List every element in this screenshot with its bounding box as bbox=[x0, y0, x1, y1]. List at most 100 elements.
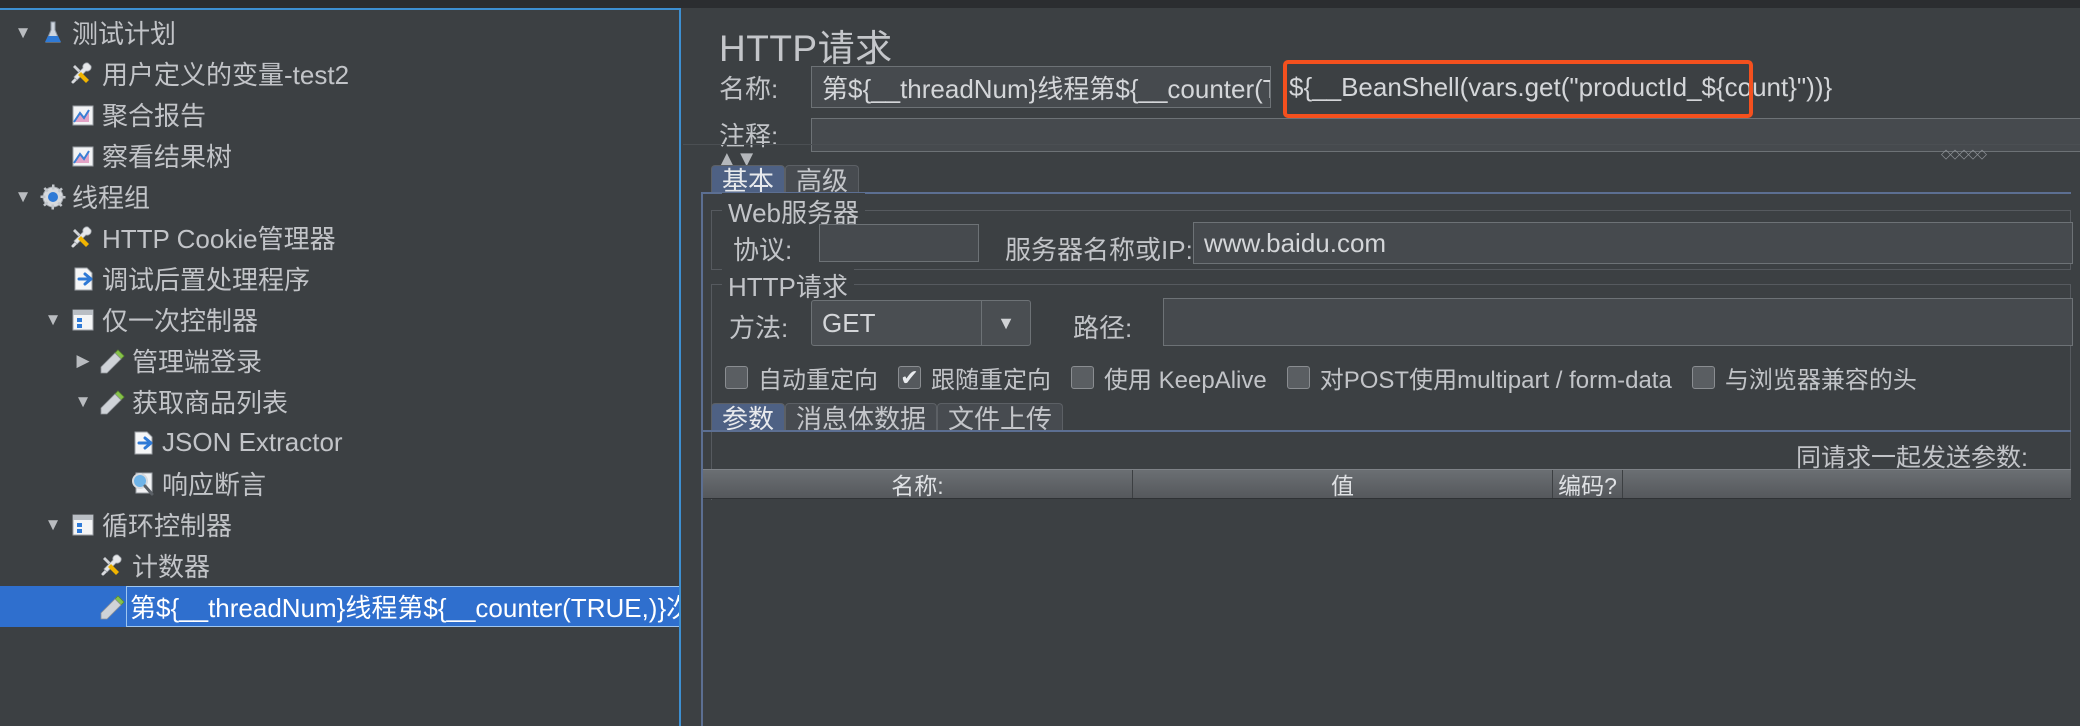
checkbox-label: 跟随重定向 bbox=[931, 367, 1051, 394]
tree-item-label: 察看结果树 bbox=[102, 142, 233, 172]
path-input[interactable] bbox=[1163, 298, 2073, 346]
protocol-input[interactable] bbox=[819, 224, 979, 262]
tree-item[interactable]: HTTP Cookie管理器 bbox=[0, 217, 679, 258]
name-label: 名称: bbox=[719, 73, 779, 104]
server-name-input[interactable]: www.baidu.com bbox=[1193, 222, 2073, 264]
checkbox-label: 对POST使用multipart / form-data bbox=[1319, 367, 1672, 394]
checkbox-option[interactable]: 与浏览器兼容的头 bbox=[1691, 360, 1917, 395]
divider bbox=[683, 144, 2080, 145]
tree-item[interactable]: 聚合报告 bbox=[0, 94, 679, 135]
tree-item[interactable]: 察看结果树 bbox=[0, 135, 679, 176]
chevron-right-icon[interactable]: ▶ bbox=[70, 340, 96, 381]
tree-item-label: 计数器 bbox=[132, 552, 211, 582]
checkbox-option[interactable]: 对POST使用multipart / form-data bbox=[1286, 360, 1672, 395]
tree-item[interactable]: ▼ 仅一次控制器 bbox=[0, 299, 679, 340]
splitter-grip-icon[interactable]: ◇◇◇◇◇ bbox=[1941, 146, 1987, 162]
tree-item-label: 调试后置处理程序 bbox=[102, 265, 311, 295]
tree-item-label: 测试计划 bbox=[72, 19, 177, 49]
checkbox-label: 与浏览器兼容的头 bbox=[1724, 367, 1917, 394]
flask-icon bbox=[36, 12, 70, 53]
sampler-icon bbox=[96, 586, 130, 627]
method-select[interactable]: GET ▼ bbox=[811, 300, 1031, 346]
tree-item[interactable]: ▼ 循环控制器 bbox=[0, 504, 679, 545]
params-tab-0[interactable]: 参数 bbox=[711, 403, 786, 434]
checkbox-label: 使用 KeepAlive bbox=[1104, 367, 1267, 394]
tree-item-label: 聚合报告 bbox=[102, 101, 207, 131]
params-tab-2[interactable]: 文件上传 bbox=[937, 403, 1064, 434]
tree-item-label: JSON Extractor bbox=[162, 427, 343, 457]
tab-0[interactable]: 基本 bbox=[711, 165, 786, 196]
tree-item[interactable]: 第${__threadNum}线程第${__counter(TRUE,)}次, bbox=[0, 586, 679, 627]
params-table-body[interactable] bbox=[703, 500, 2071, 726]
chevron-down-icon[interactable]: ▼ bbox=[10, 176, 36, 217]
tree-item[interactable]: 响应断言 bbox=[0, 463, 679, 504]
params-column-header[interactable] bbox=[1623, 470, 2071, 498]
test-plan-tree: ▼ 测试计划用户定义的变量-test2 聚合报告察看结果树 ▼ 线程组 HTTP Cook… bbox=[0, 10, 679, 627]
params-column-header[interactable]: 值 bbox=[1133, 470, 1553, 499]
chart-icon bbox=[66, 135, 100, 176]
params-tabbar: 参数 消息体数据 文件上传 bbox=[711, 402, 1064, 434]
tree-item[interactable]: 用户定义的变量-test2 bbox=[0, 53, 679, 94]
comment-input[interactable] bbox=[811, 117, 2080, 152]
checkbox-checked-icon[interactable]: ✔ bbox=[898, 366, 921, 389]
params-tab-1[interactable]: 消息体数据 bbox=[785, 403, 938, 434]
tools-icon bbox=[96, 545, 130, 586]
tree-item[interactable]: ▼ 线程组 bbox=[0, 176, 679, 217]
name-input[interactable]: 第${__threadNum}线程第${__counter(TRUE,)}次, bbox=[811, 66, 1271, 108]
checkbox-unchecked-icon[interactable] bbox=[1286, 366, 1310, 389]
gear-icon bbox=[36, 176, 70, 217]
checkbox-option[interactable]: ✔ 跟随重定向 bbox=[898, 360, 1051, 395]
params-column-header[interactable]: 编码? bbox=[1553, 470, 1623, 499]
name-input-overflow[interactable]: ${__BeanShell(vars.get("productId_${coun… bbox=[1279, 66, 1917, 108]
tree-item[interactable]: ▼ 测试计划 bbox=[0, 12, 679, 53]
tools-icon bbox=[66, 217, 100, 258]
assertion-icon bbox=[126, 463, 160, 504]
window-top-strip bbox=[0, 0, 2080, 8]
chevron-down-icon[interactable]: ▼ bbox=[10, 12, 36, 53]
tree-item[interactable]: JSON Extractor bbox=[0, 422, 679, 463]
tree-item-label: HTTP Cookie管理器 bbox=[102, 224, 336, 254]
http-request-editor-panel: HTTP请求 名称: 第${__threadNum}线程第${__counter… bbox=[683, 8, 2080, 726]
tree-item-label: 循环控制器 bbox=[102, 511, 233, 541]
path-label: 路径: bbox=[1073, 313, 1133, 343]
sampler-icon bbox=[96, 340, 130, 381]
page-title: HTTP请求 bbox=[719, 28, 893, 69]
chevron-down-icon[interactable]: ▼ bbox=[981, 301, 1030, 345]
tree-item[interactable]: 计数器 bbox=[0, 545, 679, 586]
postprocessor-icon bbox=[126, 422, 160, 463]
controller-icon bbox=[66, 299, 100, 340]
checkbox-unchecked-icon[interactable] bbox=[1691, 366, 1715, 389]
tree-item[interactable]: ▼ 获取商品列表 bbox=[0, 381, 679, 422]
chevron-down-icon[interactable]: ▼ bbox=[40, 299, 66, 340]
comment-row: 注释: bbox=[719, 116, 2080, 153]
chevron-down-icon[interactable]: ▼ bbox=[40, 504, 66, 545]
checkbox-unchecked-icon[interactable] bbox=[1071, 366, 1094, 389]
checkbox-option[interactable]: 自动重定向 bbox=[725, 360, 878, 395]
checkbox-option[interactable]: 使用 KeepAlive bbox=[1071, 360, 1267, 395]
tab-1[interactable]: 高级 bbox=[785, 165, 860, 196]
protocol-label: 协议: bbox=[733, 235, 793, 265]
tree-item[interactable]: 调试后置处理程序 bbox=[0, 258, 679, 299]
params-column-header[interactable]: 名称: bbox=[703, 470, 1133, 499]
params-tab-underline bbox=[701, 430, 2071, 432]
tree-item[interactable]: ▶ 管理端登录 bbox=[0, 340, 679, 381]
chevron-down-icon[interactable]: ▼ bbox=[70, 381, 96, 422]
chart-icon bbox=[66, 94, 100, 135]
tree-item-label: 仅一次控制器 bbox=[102, 306, 259, 336]
jmeter-window: ▼ 测试计划用户定义的变量-test2 聚合报告察看结果树 ▼ 线程组 HTTP Cook… bbox=[0, 0, 2080, 726]
checkbox-unchecked-icon[interactable] bbox=[725, 366, 748, 389]
tree-item-label: 第${__threadNum}线程第${__counter(TRUE,)}次, bbox=[125, 586, 679, 627]
params-table-header: 名称: 值编码? bbox=[703, 469, 2071, 499]
http-request-legend: HTTP请求 bbox=[722, 267, 854, 304]
method-value: GET bbox=[822, 307, 876, 338]
test-plan-tree-panel[interactable]: ▼ 测试计划用户定义的变量-test2 聚合报告察看结果树 ▼ 线程组 HTTP Cook… bbox=[0, 8, 681, 726]
name-row: 名称: 第${__threadNum}线程第${__counter(TRUE,)… bbox=[719, 66, 1917, 108]
